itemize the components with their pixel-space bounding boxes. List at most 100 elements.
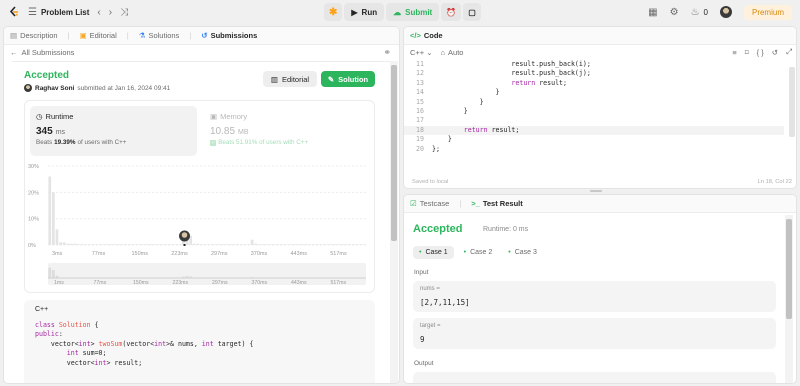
user-avatar[interactable] (719, 6, 732, 18)
chevron-left-icon[interactable]: ‹ (97, 7, 100, 18)
bar (218, 244, 221, 245)
bar (70, 243, 73, 245)
bar (265, 244, 268, 245)
editorial-button-label: Editorial (281, 74, 310, 84)
code-token: target) { (213, 339, 254, 348)
tab-solutions[interactable]: ⚗ Solutions (139, 31, 180, 40)
bookmark-icon[interactable]: ⌑ (745, 48, 749, 57)
bar (124, 244, 127, 245)
result-scrollbar-thumb[interactable] (786, 219, 792, 319)
tab-description-label: Description (20, 31, 58, 40)
leetcode-logo[interactable] (8, 6, 20, 18)
tab-description[interactable]: ▤ Description (10, 31, 58, 40)
streak-counter[interactable]: ♨ 0 (691, 7, 708, 18)
fullscreen-icon[interactable]: ⤢ (786, 47, 792, 57)
bar (254, 243, 258, 245)
tab-test-result[interactable]: >_ Test Result (471, 199, 522, 208)
bar (247, 244, 250, 245)
code-card-lang: C++ (35, 306, 49, 313)
chevron-right-icon[interactable]: › (109, 7, 112, 18)
output-box (413, 372, 776, 383)
runtime-card[interactable]: ◷ Runtime 345 ms Beats 19.39% of users with … (30, 106, 197, 156)
bar (192, 243, 196, 245)
line-code: return result; (511, 78, 567, 87)
submitter-name[interactable]: Raghav Soni (35, 85, 74, 92)
braces-icon[interactable]: { } (757, 48, 764, 57)
panel-resize-handle[interactable] (590, 190, 602, 192)
editor-line: 12 result.push_back(j); (404, 69, 784, 78)
code-token: int (154, 339, 167, 348)
run-button[interactable]: ▶ Run (344, 3, 385, 21)
bar (138, 244, 142, 245)
back-link[interactable]: ← All Submissions (10, 48, 74, 57)
shuffle-icon[interactable]: ⤨ (120, 7, 128, 18)
link-icon[interactable]: ⚭ (383, 47, 391, 58)
memory-beats: Beats 51.91% of users with C++ (218, 139, 309, 146)
memory-card[interactable]: ▣ Memory 10.85 MB ✓ Beats 51.91% of users w… (204, 106, 371, 156)
bar (160, 244, 164, 245)
bar (294, 244, 297, 245)
autocomplete-toggle[interactable]: ⌂ Auto (440, 48, 463, 57)
editorial-button[interactable]: ▥ Editorial (263, 71, 317, 87)
bar (102, 244, 106, 245)
case-tab-3[interactable]: • Case 3 (502, 246, 543, 259)
language-select[interactable]: C++ ⌄ (410, 48, 432, 57)
case-tab-1[interactable]: • Case 1 (413, 246, 454, 259)
result-scrollbar[interactable] (785, 215, 793, 383)
code-line: int sum=0; (35, 349, 253, 358)
mini-tick-label: 517ms (331, 280, 347, 286)
tab-testcase[interactable]: ☑ Testcase (410, 199, 449, 208)
tab-code[interactable]: </> Code (410, 31, 443, 40)
code-token: (vector< (122, 339, 155, 348)
code-snippet: class Solution {public: vector<int> twoS… (35, 321, 253, 368)
bar (319, 244, 323, 245)
code-token: Solution (58, 321, 95, 329)
case-tab-3-label: Case 3 (514, 249, 537, 256)
x-tick-label: 150ms (132, 251, 149, 257)
bar (341, 244, 344, 245)
editor-line: 13 return result; (404, 79, 784, 88)
x-tick-label: 3ms (52, 251, 63, 257)
code-editor[interactable]: 11 result.push_back(i); 12 result.push_ba… (404, 60, 784, 180)
user-marker-face (181, 232, 188, 238)
editor-scrollbar[interactable] (789, 67, 795, 137)
reset-icon[interactable]: ↺ (772, 48, 778, 57)
fire-icon: ♨ (690, 6, 700, 18)
tab-submissions[interactable]: ↺ Submissions (201, 31, 257, 40)
left-scrollbar-thumb[interactable] (391, 65, 397, 241)
settings-icon[interactable]: ⚙ (670, 7, 679, 18)
format-icon[interactable]: ≡ (732, 48, 736, 57)
case-tab-2[interactable]: • Case 2 (458, 246, 499, 259)
param-target-name: target = (420, 323, 441, 329)
bar (131, 244, 135, 245)
line-code: }; (432, 144, 440, 153)
tab-editorial[interactable]: ▣ Editorial (80, 31, 117, 40)
line-number: 19 (416, 135, 424, 144)
list-icon: ☰ (28, 6, 37, 18)
bar (211, 244, 214, 245)
solution-button[interactable]: ✎ Solution (321, 71, 375, 87)
timer-button[interactable]: ⏰ (441, 3, 462, 21)
problem-list-link[interactable]: ☰ Problem List (28, 7, 89, 18)
grid-icon[interactable]: ▦ (648, 7, 657, 18)
bar (283, 244, 286, 245)
tab-submissions-label: Submissions (210, 31, 258, 40)
submit-button[interactable]: ☁ Submit (386, 3, 440, 21)
bar (52, 192, 55, 245)
editor-line: 18 return result; (404, 125, 784, 136)
left-scrollbar[interactable] (390, 61, 398, 383)
param-target: target = 9 (413, 318, 776, 349)
case-pass-dot: • (463, 249, 467, 256)
param-target-value: 9 (420, 335, 425, 344)
debug-button[interactable]: ✱ (324, 3, 343, 21)
case-pass-dot: • (419, 249, 422, 256)
checkbox-icon: ☑ (410, 199, 417, 208)
editor-tab-bar: </> Code (404, 27, 796, 45)
line-number: 14 (416, 88, 424, 97)
bar (355, 244, 359, 245)
notes-button[interactable]: ▢ (463, 3, 481, 21)
editor-line: 17 (404, 116, 784, 125)
premium-button[interactable]: Premium (743, 4, 792, 20)
code-line: public: (35, 330, 253, 339)
memory-chip-icon: ▣ (210, 112, 218, 121)
